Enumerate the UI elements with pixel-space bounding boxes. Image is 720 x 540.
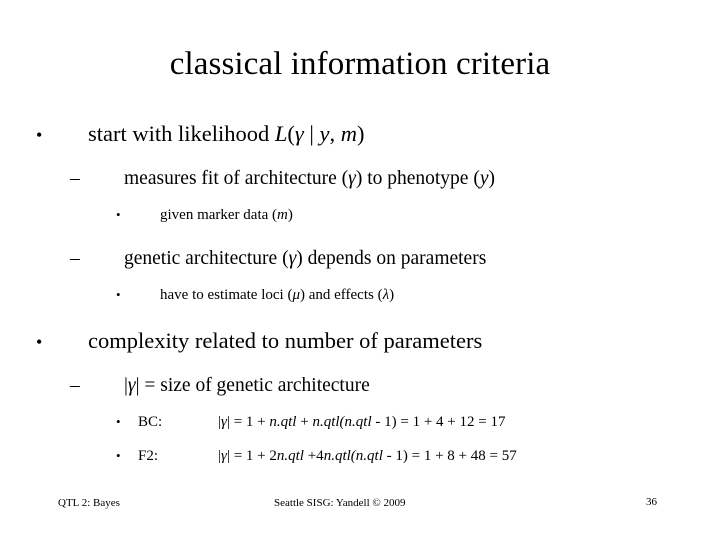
bullet-item-size-of-architecture: – |γ| = size of genetic architecture — [0, 374, 720, 398]
formula-segment: - 1) — [371, 414, 397, 430]
slide: classical information criteria • start wi… — [0, 0, 720, 540]
bullet-text: given marker data ( — [160, 207, 278, 223]
bullet-text: = size of genetic architecture — [139, 375, 370, 396]
bullet-item-measures-fit: – measures fit of architecture (γ) to phe… — [0, 167, 720, 191]
formula-segment: +4 — [303, 448, 324, 464]
formula-segment: = 1 + 2 — [229, 448, 277, 464]
math-gamma: γ — [127, 375, 136, 396]
bullet-text-mid: ) and effects ( — [299, 287, 383, 303]
bullet-item-complexity: • complexity related to number of paramet… — [0, 327, 720, 356]
math-term-nqtl: n.qtl — [269, 414, 297, 430]
bullet-item-bc-formula: • BC: |γ| = 1 + n.qtl + n.qtl(n.qtl - 1) =… — [0, 412, 720, 432]
slide-footer: QTL 2: Bayes Seattle SISG: Yandell © 200… — [0, 494, 720, 540]
bullet-item-start-with-likelihood: • start with likelihood L(γ | y, m) — [0, 120, 720, 149]
bullet-text-end: ) — [389, 287, 395, 303]
bullet-text-end: ) — [287, 207, 293, 223]
footer-center-text: Seattle SISG: Yandell © 2009 — [274, 497, 406, 509]
bullet-marker-icon: • — [36, 332, 43, 352]
bullet-text-end: ) depends on parameters — [296, 248, 487, 269]
bullet-marker-icon: • — [116, 287, 121, 302]
math-m: m — [277, 207, 288, 223]
math-y: y — [479, 168, 489, 189]
math-m: m — [340, 121, 358, 146]
bullet-text: start with likelihood — [88, 121, 275, 146]
math-gamma: γ — [294, 121, 304, 146]
bullet-item-genetic-architecture: – genetic architecture (γ) depends on par… — [0, 247, 720, 271]
bullet-marker-icon: • — [36, 125, 43, 145]
bullet-text: have to estimate loci ( — [160, 287, 293, 303]
formula-segment: - 1) — [382, 448, 408, 464]
bullet-text-mid: ) to phenotype ( — [355, 168, 480, 189]
slide-body: • start with likelihood L(γ | y, m) – meas… — [0, 120, 720, 466]
math-term-nqtl: n.qtl — [323, 448, 351, 464]
formula-result: = 1 + 4 + 12 = 17 — [396, 414, 506, 430]
slide-number: 36 — [646, 496, 657, 508]
math-paren-close: ) — [357, 121, 365, 146]
footer-left-text: QTL 2: Bayes — [58, 497, 120, 509]
bullet-text-end: ) — [488, 168, 496, 189]
bullet-item-estimate-loci-effects: • have to estimate loci (μ) and effects (… — [0, 285, 720, 305]
bullet-text: complexity related to number of paramete… — [88, 328, 483, 353]
bullet-marker-icon: • — [116, 207, 121, 222]
formula-label-bc: BC: — [138, 414, 163, 430]
math-L: L — [274, 121, 288, 146]
bullet-text: genetic architecture ( — [124, 248, 289, 269]
math-gamma: γ — [348, 168, 356, 189]
formula-segment: = 1 + — [229, 414, 270, 430]
bullet-text: measures fit of architecture ( — [124, 168, 349, 189]
math-term-nqtl: n.qtl — [344, 414, 372, 430]
bullet-item-f2-formula: • F2: |γ| = 1 + 2n.qtl +4n.qtl(n.qtl - 1) … — [0, 446, 720, 466]
dash-marker-icon: – — [70, 168, 80, 189]
math-y: y — [319, 121, 330, 146]
math-conditional-bar: | — [303, 121, 320, 146]
page-title: classical information criteria — [169, 46, 551, 82]
formula-label-f2: F2: — [138, 448, 159, 464]
bullet-item-given-marker-data: • given marker data (m) — [0, 205, 720, 225]
math-term-nqtl: n.qtl — [276, 448, 304, 464]
math-mu: μ — [292, 287, 300, 303]
math-comma: , — [329, 121, 341, 146]
math-term-nqtl: n.qtl — [312, 414, 340, 430]
formula-segment: + — [296, 414, 313, 430]
formula-result: = 1 + 8 + 48 = 57 — [407, 448, 517, 464]
math-term-nqtl: n.qtl — [355, 448, 383, 464]
dash-marker-icon: – — [70, 248, 80, 269]
math-paren-open: ( — [287, 121, 295, 146]
dash-marker-icon: – — [70, 375, 80, 396]
